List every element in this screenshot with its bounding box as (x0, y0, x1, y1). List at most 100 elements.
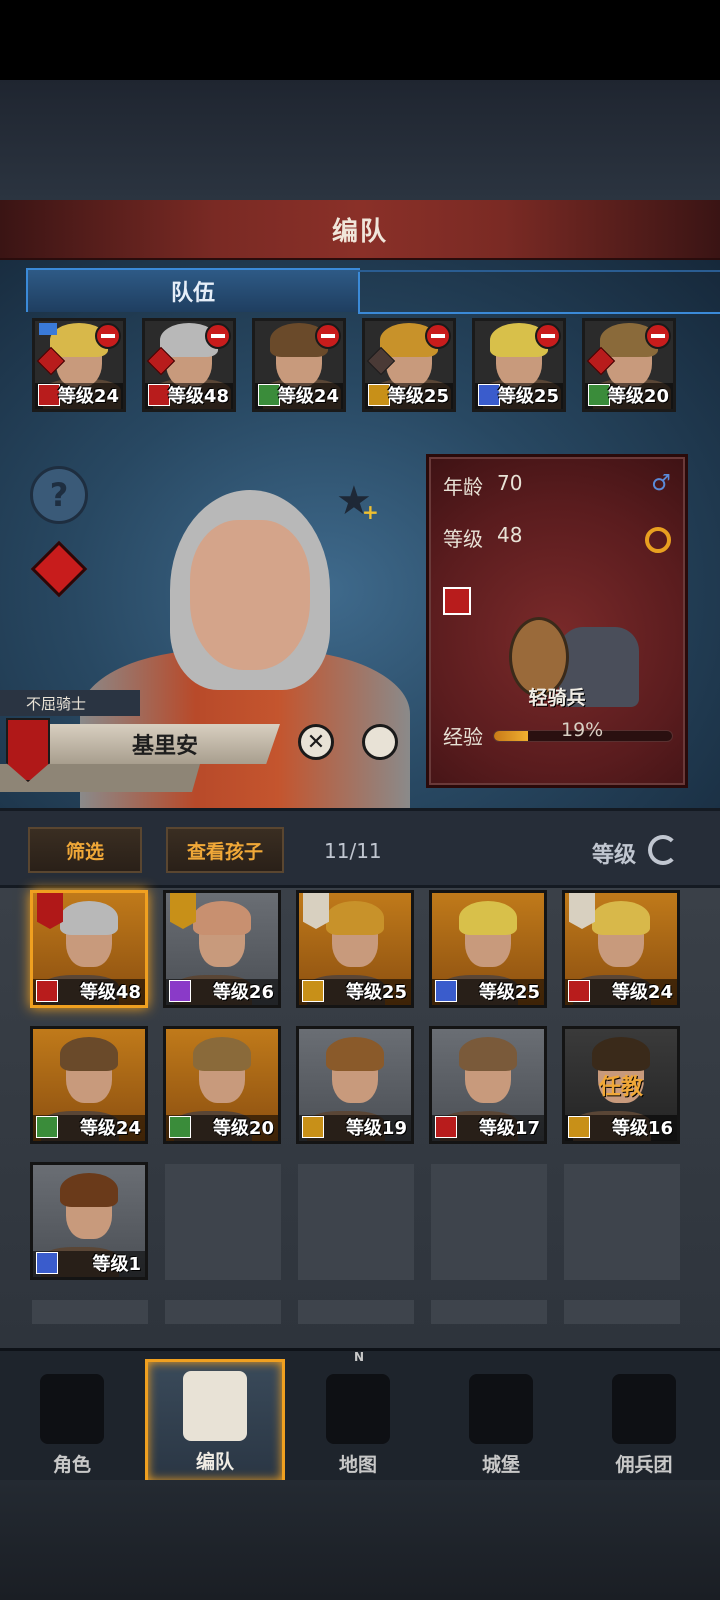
party-member-card[interactable]: 等级24 (252, 318, 346, 412)
class-icon (36, 980, 58, 1002)
nav-compass[interactable]: 地图 (288, 1359, 428, 1483)
roster-hero-card[interactable]: 等级25 (296, 890, 414, 1008)
remove-member-button[interactable] (535, 323, 561, 349)
roster-hero-card[interactable]: 等级20 (163, 1026, 281, 1144)
age-row: 年龄 70 (443, 471, 522, 500)
house-banner-icon (37, 893, 63, 929)
member-level: 等级24 (277, 386, 339, 407)
class-icon (169, 980, 191, 1002)
castle-icon (469, 1374, 533, 1444)
nav-knight[interactable]: 角色 (2, 1359, 142, 1483)
portrait-hair (592, 901, 650, 935)
class-icon (435, 980, 457, 1002)
empty-slot (165, 1164, 281, 1280)
class-icon (435, 1116, 457, 1138)
remove-member-button[interactable] (205, 323, 231, 349)
portrait-hair (193, 1037, 251, 1071)
title-bar: 编队 (0, 200, 720, 260)
ring-button[interactable] (362, 724, 398, 760)
roster-hero-card[interactable]: 等级1 (30, 1162, 148, 1280)
roster-hero-card[interactable]: 等级19 (296, 1026, 414, 1144)
exp-row: 经验 (443, 721, 673, 750)
compass-icon (326, 1374, 390, 1444)
knight-icon (40, 1374, 104, 1444)
remove-member-button[interactable] (95, 323, 121, 349)
class-icon (36, 1116, 58, 1138)
roster-hero-card[interactable]: 等级48 (30, 890, 148, 1008)
nav-castle[interactable]: 城堡 (431, 1359, 571, 1483)
question-icon: ? (49, 476, 69, 514)
status-bar (0, 0, 720, 80)
hero-level: 等级19 (345, 1118, 407, 1139)
class-icon (169, 1116, 191, 1138)
nav-helmet[interactable]: 编队 (145, 1359, 285, 1483)
top-background (0, 80, 720, 200)
party-member-card[interactable]: 等级24 (32, 318, 126, 412)
empty-slot (564, 1300, 680, 1324)
filter-button[interactable]: 筛选 (28, 827, 142, 873)
class-icon (568, 1116, 590, 1138)
class-icon (302, 1116, 324, 1138)
house-banner-icon (303, 893, 329, 929)
exp-percent: 19% (561, 719, 604, 741)
remove-member-button[interactable] (315, 323, 341, 349)
class-icon (36, 1252, 58, 1274)
hero-level: 等级24 (79, 1118, 141, 1139)
sword-class-icon (478, 384, 500, 406)
archer-class-icon (588, 384, 610, 406)
member-level: 等级25 (497, 386, 559, 407)
remove-member-button[interactable] (645, 323, 671, 349)
level-value: 48 (497, 523, 523, 547)
party-member-card[interactable]: 等级20 (582, 318, 676, 412)
stats-panel: 年龄 70 ♂ 等级 48 轻骑兵 经验 19% (426, 454, 688, 788)
portrait-hair (326, 901, 384, 935)
tab-team[interactable]: 队伍 (26, 268, 360, 312)
hero-level: 等级20 (212, 1118, 274, 1139)
roster-hero-card[interactable]: 等级24 (562, 890, 680, 1008)
nav-label: 编队 (195, 1451, 234, 1473)
unit-type: 轻骑兵 (528, 687, 586, 709)
exp-fill (494, 730, 528, 741)
empty-slot (431, 1300, 547, 1324)
class-icon (568, 980, 590, 1002)
hero-name-banner[interactable]: 基里安 (50, 724, 280, 764)
dismiss-button[interactable]: ✕ (298, 724, 334, 760)
hero-level: 等级48 (79, 982, 141, 1003)
cavalry-class-icon (443, 587, 471, 615)
refresh-sort-icon[interactable] (648, 835, 678, 865)
empty-slot (564, 1164, 680, 1280)
empty-slot (165, 1300, 281, 1324)
party-member-card[interactable]: 等级48 (142, 318, 236, 412)
shield-class-icon (368, 384, 390, 406)
member-level: 等级24 (57, 386, 119, 407)
horse-class-icon (148, 384, 170, 406)
nav-label: 城堡 (481, 1454, 520, 1476)
hero-level: 等级25 (345, 982, 407, 1003)
roster-hero-card[interactable]: 等级17 (429, 1026, 547, 1144)
archer-class-icon (258, 384, 280, 406)
roster-hero-card[interactable]: 等级25 (429, 890, 547, 1008)
hero-name: 基里安 (131, 734, 198, 759)
roster-hero-card[interactable]: 等级24 (30, 1026, 148, 1144)
empty-slot (298, 1164, 414, 1280)
portrait-hair (193, 901, 251, 935)
sort-label[interactable]: 等级 (592, 837, 636, 869)
view-children-button[interactable]: 查看孩子 (166, 827, 284, 873)
member-level: 等级20 (607, 386, 669, 407)
nav-label: 角色 (52, 1454, 91, 1476)
filter-bar: 筛选 查看孩子 11/11 等级 (0, 808, 720, 888)
tab-divider-top (358, 270, 720, 272)
roster-hero-card[interactable]: 任教 等级16 (562, 1026, 680, 1144)
portrait-hair (60, 901, 118, 935)
marriage-ring-icon[interactable] (645, 527, 671, 553)
age-value: 70 (497, 471, 523, 495)
leader-flag-icon (39, 323, 57, 335)
nav-mercenary[interactable]: 佣兵团 (574, 1359, 714, 1483)
party-member-card[interactable]: 等级25 (362, 318, 456, 412)
roster-hero-card[interactable]: 等级26 (163, 890, 281, 1008)
hero-level: 等级25 (478, 982, 540, 1003)
party-member-card[interactable]: 等级25 (472, 318, 566, 412)
hero-nameplate: 不屈骑士 基里安 (0, 690, 290, 792)
portrait-hair (459, 901, 517, 935)
remove-member-button[interactable] (425, 323, 451, 349)
